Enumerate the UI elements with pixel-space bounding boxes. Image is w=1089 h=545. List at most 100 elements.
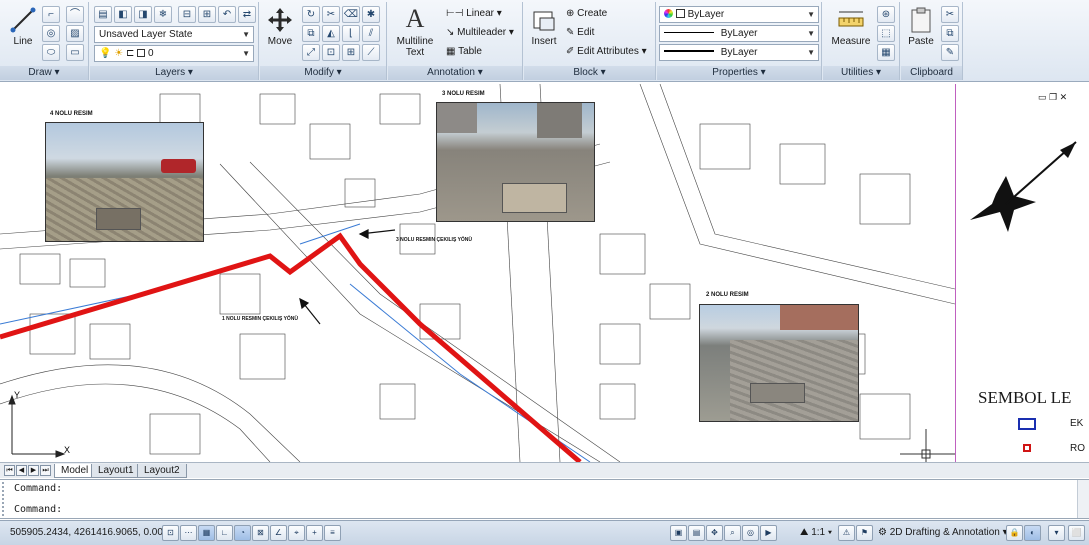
ortho-mode-button[interactable]: ∟	[216, 525, 233, 541]
layer-on-button[interactable]: ◧	[114, 6, 132, 23]
minimize-icon[interactable]: ▭	[1038, 92, 1047, 102]
next-tab-button[interactable]: ▶	[28, 465, 39, 476]
object-snap-tracking-button[interactable]: ∠	[270, 525, 287, 541]
restore-icon[interactable]: ❐	[1049, 92, 1057, 102]
lineweight-button[interactable]: ≡	[324, 525, 341, 541]
match-properties-button[interactable]: ✎	[941, 44, 959, 61]
lineweight-dropdown[interactable]: ByLayer ▼	[659, 44, 819, 61]
modify-panel-title[interactable]: Modify ▾	[260, 66, 386, 80]
polar-tracking-button[interactable]: ◔	[234, 525, 251, 541]
lock-ui-button[interactable]: 🔒	[1006, 525, 1023, 541]
showmotion-button[interactable]: ▶	[760, 525, 777, 541]
status-menu-button[interactable]: ▾	[1048, 525, 1065, 541]
arc-button[interactable]: ⌒	[66, 6, 84, 23]
layer-previous-button[interactable]: ↶	[218, 6, 236, 23]
linear-dimension-button[interactable]: ⊢⊣ Linear ▾	[446, 7, 502, 21]
dynamic-ucs-button[interactable]: ⌖	[288, 525, 305, 541]
model-space-button[interactable]: ▣	[670, 525, 687, 541]
layer-freeze-button[interactable]: ❄	[154, 6, 172, 23]
ellipse-button[interactable]: ⬭	[42, 44, 60, 61]
trim-button[interactable]: ✂	[322, 6, 340, 23]
insert-block-button[interactable]: Insert	[526, 6, 562, 47]
create-block-button[interactable]: ⊕ Create	[566, 7, 607, 21]
layer-match-button[interactable]: ⊞	[198, 6, 216, 23]
dynamic-input-button[interactable]: +	[306, 525, 323, 541]
multiline-text-button[interactable]: A Multiline Text	[390, 4, 440, 58]
measure-button[interactable]: Measure	[827, 6, 875, 47]
isolate-objects-button[interactable]: ◐	[1024, 525, 1041, 541]
scale-button[interactable]: ⊡	[322, 44, 340, 61]
tab-layout1[interactable]: Layout1	[91, 464, 141, 478]
table-button[interactable]: ▦ Table	[446, 45, 482, 59]
quick-select-button[interactable]: ⊛	[877, 6, 895, 23]
close-icon[interactable]: ✕	[1060, 92, 1068, 102]
zoom-button[interactable]: ⌕	[724, 525, 741, 541]
tab-model[interactable]: Model	[54, 464, 96, 478]
last-tab-button[interactable]: ⏭	[40, 465, 51, 476]
layer-properties-button[interactable]: ▤	[94, 6, 112, 23]
quick-view-layouts-button[interactable]: ▤	[688, 525, 705, 541]
draw-panel-title[interactable]: Draw ▾	[0, 66, 88, 80]
command-grip[interactable]	[2, 482, 10, 516]
move-button[interactable]: Move	[262, 6, 298, 47]
coordinate-readout[interactable]: 505905.2434, 4261416.9065, 0.0000	[10, 527, 174, 538]
layer-state-dropdown[interactable]: Unsaved Layer State ▼	[94, 26, 254, 43]
erase-button[interactable]: ⌫	[342, 6, 360, 23]
cut-button[interactable]: ✂	[941, 6, 959, 23]
edit-block-button[interactable]: ✎ Edit	[566, 26, 594, 40]
command-scrollbar[interactable]	[1077, 480, 1089, 518]
stretch-button[interactable]: ⤢	[302, 44, 320, 61]
copy-clip-button[interactable]: ⧉	[941, 25, 959, 42]
steering-wheel-button[interactable]: ◎	[742, 525, 759, 541]
layer-walk-button[interactable]: ⇄	[238, 6, 256, 23]
annotation-scale[interactable]: ⛰ 1:1 ▾	[800, 527, 832, 538]
grid-display-button[interactable]: ▦	[198, 525, 215, 541]
prev-tab-button[interactable]: ◀	[16, 465, 27, 476]
clipboard-panel-title[interactable]: Clipboard	[901, 66, 962, 80]
snap-mode-button[interactable]: ⋯	[180, 525, 197, 541]
chevron-down-icon: ▼	[242, 49, 250, 58]
utilities-panel-title[interactable]: Utilities ▾	[823, 66, 899, 80]
hatch-button[interactable]: ▨	[66, 25, 84, 42]
fillet-button[interactable]: ⌊	[342, 25, 360, 42]
edit-attributes-button[interactable]: ✐ Edit Attributes ▾	[566, 45, 647, 59]
layer-isolate-button[interactable]: ◨	[134, 6, 152, 23]
paste-button[interactable]: Paste	[903, 6, 939, 47]
site-photo-2	[699, 304, 859, 422]
layers-panel-title[interactable]: Layers ▾	[90, 66, 258, 80]
block-panel-title[interactable]: Block ▾	[524, 66, 655, 80]
annotation-panel-title[interactable]: Annotation ▾	[388, 66, 522, 80]
rotate-button[interactable]: ↻	[302, 6, 320, 23]
color-dropdown[interactable]: ByLayer ▼	[659, 6, 819, 23]
circle-button[interactable]: ◎	[42, 25, 60, 42]
pan-button[interactable]: ✥	[706, 525, 723, 541]
mirror-button[interactable]: ◭	[322, 25, 340, 42]
create-block-icon: ⊕	[566, 8, 575, 19]
properties-panel-title[interactable]: Properties ▾	[657, 66, 821, 80]
layer-lock-button[interactable]: ⊟	[178, 6, 196, 23]
multileader-button[interactable]: ↘ Multileader ▾	[446, 26, 514, 40]
current-layer-dropdown[interactable]: 💡 ☀ ⊏ 0 ▼	[94, 45, 254, 62]
select-all-button[interactable]: ⬚	[877, 25, 895, 42]
edit-polyline-button[interactable]: ⟋	[362, 44, 380, 61]
infer-constraints-button[interactable]: ⊡	[162, 525, 179, 541]
copy-button[interactable]: ⧉	[302, 25, 320, 42]
tab-layout2[interactable]: Layout2	[137, 464, 187, 478]
annotation-visibility-button[interactable]: ⚠	[838, 525, 855, 541]
auto-scale-button[interactable]: ⚑	[856, 525, 873, 541]
clean-screen-button[interactable]: ⬜	[1068, 525, 1085, 541]
object-snap-button[interactable]: ⊠	[252, 525, 269, 541]
drawing-canvas[interactable]: Y X 4 NOLU RESIM 3 NOLU RESIM 2 NOLU RES…	[0, 84, 955, 462]
rectangle-button[interactable]: ▭	[66, 44, 84, 61]
array-button[interactable]: ⊞	[342, 44, 360, 61]
line-button[interactable]: Line	[6, 6, 40, 47]
calculator-button[interactable]: ▦	[877, 44, 895, 61]
legend-title: SEMBOL LE	[978, 388, 1072, 407]
linetype-dropdown[interactable]: ByLayer ▼	[659, 25, 819, 42]
polyline-button[interactable]: ⌐	[42, 6, 60, 23]
workspace-switch[interactable]: ⚙ 2D Drafting & Annotation ▾	[878, 527, 1008, 538]
command-input[interactable]: Command:	[14, 504, 62, 515]
explode-button[interactable]: ✱	[362, 6, 380, 23]
first-tab-button[interactable]: ⏮	[4, 465, 15, 476]
offset-button[interactable]: ⫽	[362, 25, 380, 42]
